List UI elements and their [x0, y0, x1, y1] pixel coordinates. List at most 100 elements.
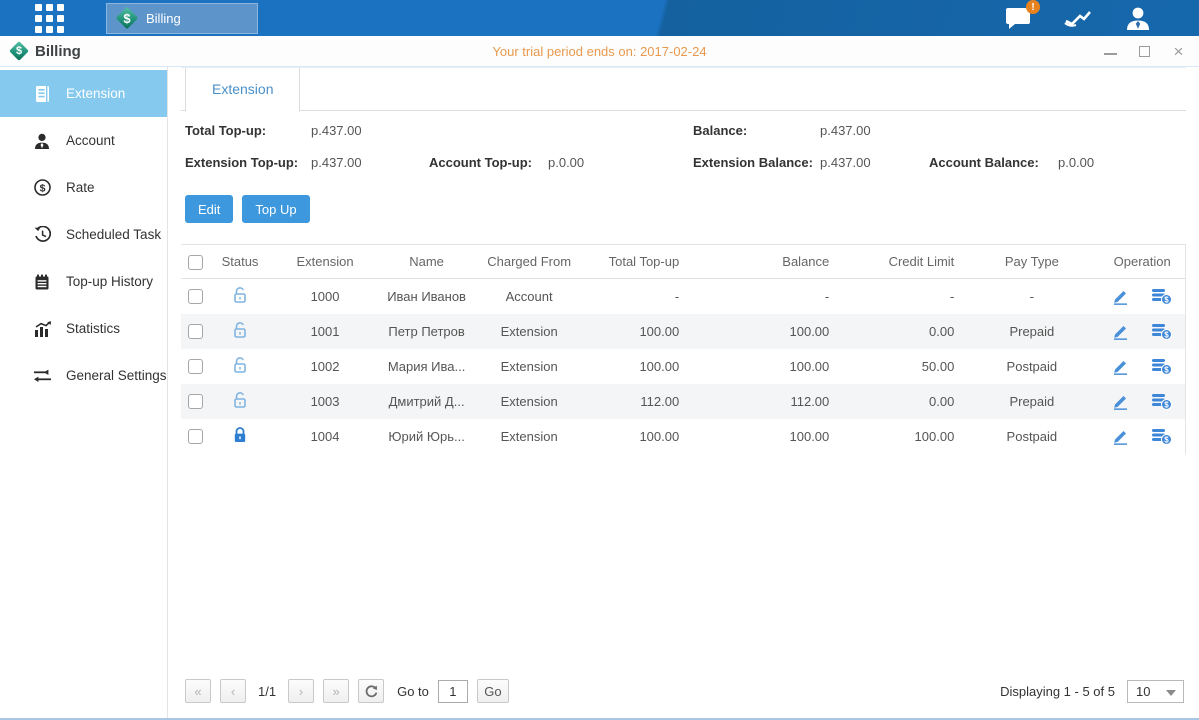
- topup-history-icon: [33, 274, 51, 290]
- pagination-bar: « ‹ 1/1 › » Go to Go Displaying 1 - 5 of…: [181, 672, 1186, 718]
- cell-pay-type: Postpaid: [964, 419, 1099, 454]
- sidebar-item-label: Extension: [66, 86, 125, 101]
- first-page-button[interactable]: «: [185, 679, 211, 703]
- cell-charged-from: Extension: [474, 384, 584, 419]
- topup-row-icon[interactable]: $: [1151, 393, 1172, 410]
- lock-open-icon[interactable]: [232, 286, 248, 304]
- cell-name: Мария Ива...: [379, 349, 474, 384]
- desktop-topbar: $ Billing !: [0, 0, 1199, 36]
- cell-total-topup: -: [584, 279, 689, 314]
- sidebar-item-topup-history[interactable]: Top-up History: [0, 258, 167, 305]
- refresh-button[interactable]: [358, 679, 384, 703]
- edit-row-icon[interactable]: [1112, 288, 1129, 305]
- total-topup-value: p.437.00: [311, 123, 362, 138]
- general-settings-icon: [33, 369, 51, 383]
- sidebar-item-rate[interactable]: $ Rate: [0, 164, 167, 211]
- extension-icon: [33, 86, 51, 102]
- col-name: Name: [379, 245, 474, 279]
- topup-row-icon[interactable]: $: [1151, 358, 1172, 375]
- table-header-row: Status Extension Name Charged From Total…: [181, 245, 1186, 279]
- sidebar-item-statistics[interactable]: Statistics: [0, 305, 167, 352]
- close-button[interactable]: ×: [1172, 45, 1185, 58]
- cell-balance: 112.00: [689, 384, 839, 419]
- topup-row-icon[interactable]: $: [1151, 323, 1172, 340]
- col-charged-from: Charged From: [474, 245, 584, 279]
- sidebar: Extension Account $ Rate Scheduled Task …: [0, 67, 168, 718]
- account-icon: [33, 133, 51, 149]
- cell-extension: 1003: [271, 384, 379, 419]
- cell-pay-type: Prepaid: [964, 314, 1099, 349]
- taskbar-item-billing[interactable]: $ Billing: [106, 3, 258, 34]
- prev-page-button[interactable]: ‹: [220, 679, 246, 703]
- cell-balance: -: [689, 279, 839, 314]
- edit-row-icon[interactable]: [1112, 428, 1129, 445]
- select-all-checkbox[interactable]: [188, 255, 203, 270]
- col-operation: Operation: [1099, 245, 1185, 279]
- billing-window-icon: $: [10, 42, 28, 60]
- page-size-dropdown[interactable]: 10: [1127, 680, 1184, 703]
- tab-extension[interactable]: Extension: [185, 68, 300, 112]
- cell-balance: 100.00: [689, 314, 839, 349]
- reports-chart-icon[interactable]: [1064, 8, 1092, 28]
- svg-text:$: $: [1164, 365, 1169, 374]
- minimize-button[interactable]: [1104, 45, 1117, 58]
- sidebar-item-extension[interactable]: Extension: [0, 70, 167, 117]
- maximize-button[interactable]: [1138, 45, 1151, 58]
- col-extension: Extension: [271, 245, 379, 279]
- table-row: 1002Мария Ива...Extension100.00100.0050.…: [181, 349, 1186, 384]
- extension-topup-label: Extension Top-up:: [185, 155, 298, 170]
- col-credit-limit: Credit Limit: [839, 245, 964, 279]
- lock-open-icon[interactable]: [232, 321, 248, 339]
- sidebar-item-general-settings[interactable]: General Settings: [0, 352, 167, 399]
- page-size-value: 10: [1136, 684, 1150, 699]
- edit-row-icon[interactable]: [1112, 358, 1129, 375]
- cell-charged-from: Account: [474, 279, 584, 314]
- window-titlebar: Your trial period ends on: 2017-02-24 $ …: [0, 36, 1199, 67]
- sidebar-item-label: Account: [66, 133, 115, 148]
- table-row: 1004Юрий Юрь...Extension100.00100.00100.…: [181, 419, 1186, 454]
- svg-text:$: $: [1164, 400, 1169, 409]
- cell-extension: 1002: [271, 349, 379, 384]
- goto-page-input[interactable]: [438, 680, 468, 703]
- last-page-button[interactable]: »: [323, 679, 349, 703]
- edit-row-icon[interactable]: [1112, 393, 1129, 410]
- row-checkbox[interactable]: [188, 289, 203, 304]
- notifications-icon[interactable]: !: [1005, 7, 1031, 29]
- account-topup-value: p.0.00: [548, 155, 584, 170]
- topup-button[interactable]: Top Up: [242, 195, 309, 223]
- lock-open-icon[interactable]: [232, 391, 248, 409]
- table-row: 1003Дмитрий Д...Extension112.00112.000.0…: [181, 384, 1186, 419]
- sidebar-item-scheduled-task[interactable]: Scheduled Task: [0, 211, 167, 258]
- row-checkbox[interactable]: [188, 359, 203, 374]
- cell-balance: 100.00: [689, 419, 839, 454]
- table-row: 1000Иван ИвановAccount----$: [181, 279, 1186, 314]
- topup-row-icon[interactable]: $: [1151, 288, 1172, 305]
- scheduled-task-icon: [33, 226, 51, 243]
- go-button[interactable]: Go: [477, 679, 509, 703]
- lock-open-icon[interactable]: [232, 356, 248, 374]
- topup-row-icon[interactable]: $: [1151, 428, 1172, 445]
- row-checkbox[interactable]: [188, 429, 203, 444]
- edit-row-icon[interactable]: [1112, 323, 1129, 340]
- cell-name: Дмитрий Д...: [379, 384, 474, 419]
- extension-table: Status Extension Name Charged From Total…: [181, 244, 1186, 454]
- user-account-icon[interactable]: [1125, 6, 1151, 30]
- app-grid-icon[interactable]: [35, 4, 64, 33]
- row-checkbox[interactable]: [188, 324, 203, 339]
- cell-credit-limit: 100.00: [839, 419, 964, 454]
- notification-badge: !: [1026, 0, 1040, 14]
- col-pay-type: Pay Type: [964, 245, 1099, 279]
- edit-button[interactable]: Edit: [185, 195, 233, 223]
- cell-total-topup: 112.00: [584, 384, 689, 419]
- next-page-button[interactable]: ›: [288, 679, 314, 703]
- lock-closed-icon[interactable]: [232, 426, 248, 444]
- cell-name: Петр Петров: [379, 314, 474, 349]
- sidebar-item-account[interactable]: Account: [0, 117, 167, 164]
- row-checkbox[interactable]: [188, 394, 203, 409]
- col-total-topup: Total Top-up: [584, 245, 689, 279]
- cell-name: Иван Иванов: [379, 279, 474, 314]
- svg-text:$: $: [1164, 330, 1169, 339]
- cell-credit-limit: 50.00: [839, 349, 964, 384]
- taskbar-item-label: Billing: [146, 11, 181, 26]
- balance-value: p.437.00: [820, 123, 871, 138]
